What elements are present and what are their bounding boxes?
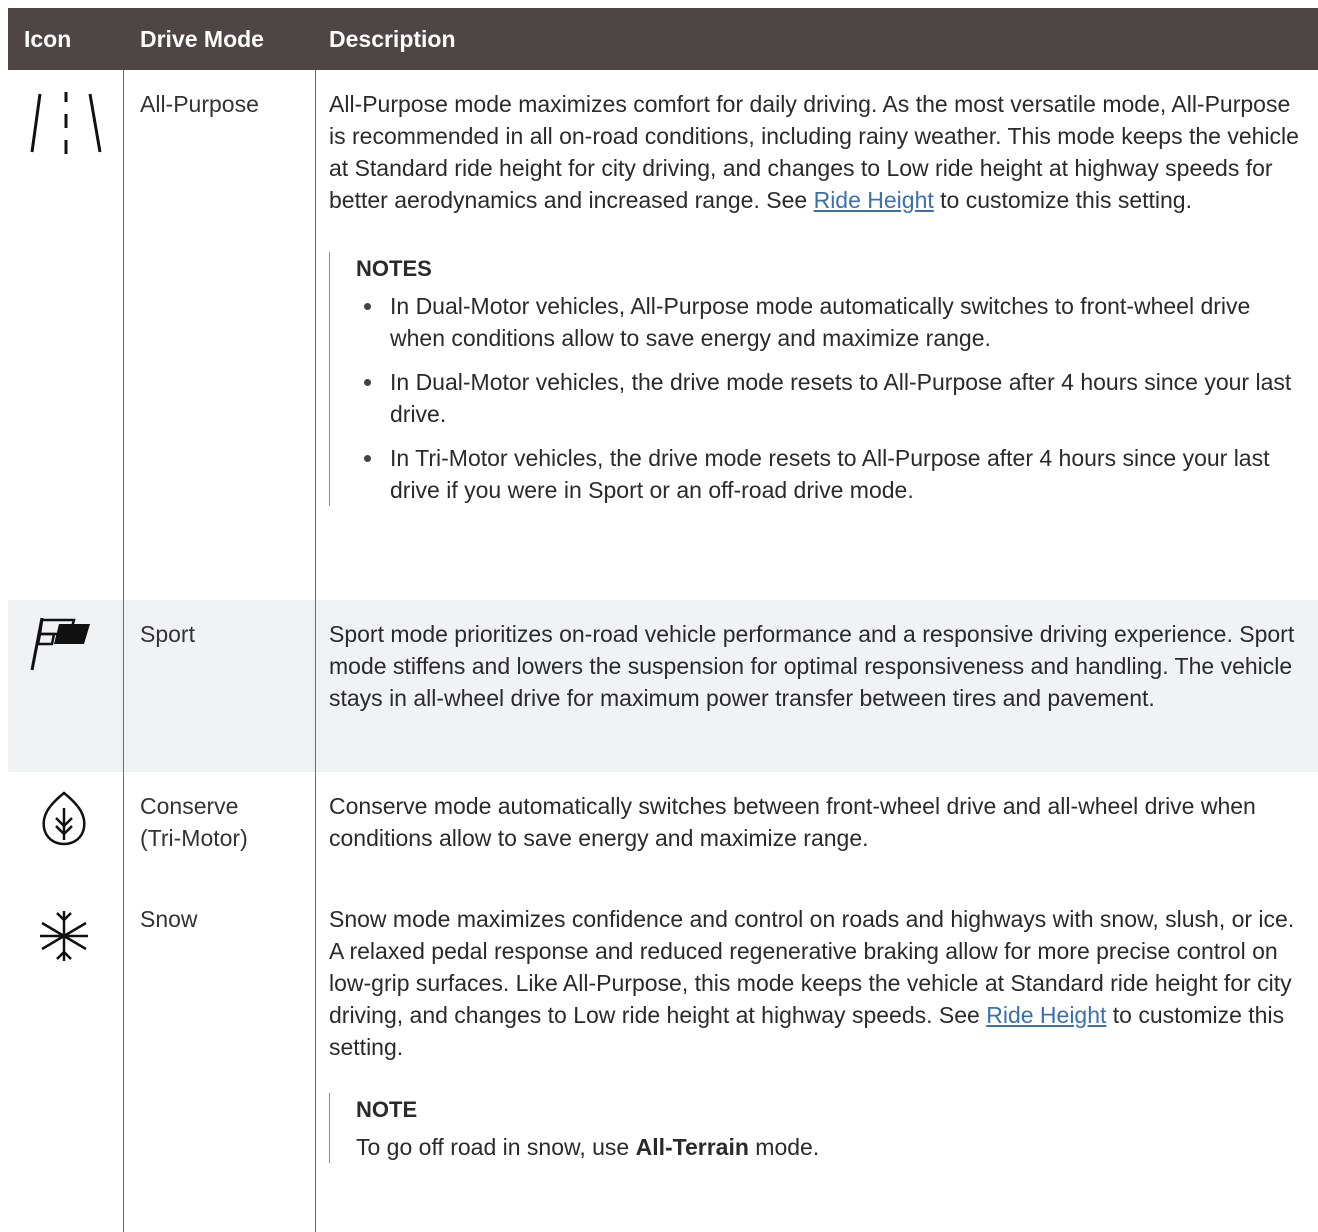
header-icon: Icon [24, 25, 72, 52]
note-text: To go off road in snow, use All-Terrain … [356, 1131, 1308, 1163]
description: All-Purpose mode maximizes comfort for d… [316, 70, 1318, 600]
list-item: In Tri-Motor vehicles, the drive mode re… [356, 442, 1308, 506]
description: Conserve mode automatically switches bet… [316, 772, 1318, 885]
page: Icon Drive Mode Description All-Purpose … [0, 0, 1318, 1232]
table-row-conserve: Conserve (Tri-Motor) Conserve mode autom… [8, 772, 1318, 885]
description: Sport mode prioritizes on-road vehicle p… [316, 600, 1318, 772]
snowflake-icon [40, 911, 88, 961]
description: Snow mode maximizes confidence and contr… [316, 885, 1318, 1232]
leaf-icon [42, 791, 86, 846]
note-title: NOTE [356, 1097, 418, 1122]
notes-title: NOTES [356, 256, 432, 281]
mode-label-line1: Conserve [140, 793, 239, 819]
drive-modes-table: Icon Drive Mode Description All-Purpose … [8, 8, 1318, 1232]
icon-cell [8, 600, 124, 772]
table-header: Icon Drive Mode Description [8, 8, 1318, 70]
ride-height-link[interactable]: Ride Height [814, 187, 934, 213]
mode-label: Conserve (Tri-Motor) [124, 772, 316, 885]
note-part: mode. [748, 1134, 820, 1160]
mode-label-line2: (Tri-Motor) [140, 825, 248, 851]
description-text: Conserve mode automatically switches bet… [329, 793, 1256, 851]
icon-cell [8, 772, 124, 885]
description-part: to customize this setting. [933, 187, 1192, 213]
all-terrain-mode-name: All-Terrain [635, 1134, 749, 1160]
note-part: To go off road in snow, use [356, 1134, 636, 1160]
table-row-all-purpose: All-Purpose All-Purpose mode maximizes c… [8, 70, 1318, 600]
list-item: In Dual-Motor vehicles, the drive mode r… [356, 366, 1308, 430]
mode-label: Snow [124, 885, 316, 1232]
icon-cell [8, 70, 124, 600]
header-description: Description [329, 25, 456, 52]
note-box: NOTE To go off road in snow, use All-Ter… [329, 1093, 1308, 1163]
description-text: Sport mode prioritizes on-road vehicle p… [329, 621, 1295, 711]
mode-label: Sport [124, 600, 316, 772]
notes-list: In Dual-Motor vehicles, All-Purpose mode… [356, 290, 1308, 506]
checkered-flag-icon [30, 617, 90, 671]
mode-label: All-Purpose [124, 70, 316, 600]
table-row-snow: Snow Snow mode maximizes confidence and … [8, 885, 1318, 1232]
ride-height-link[interactable]: Ride Height [986, 1002, 1106, 1028]
notes-box: NOTES In Dual-Motor vehicles, All-Purpos… [329, 252, 1308, 506]
header-drive-mode: Drive Mode [140, 25, 264, 52]
table-row-sport: Sport Sport mode prioritizes on-road veh… [8, 600, 1318, 772]
description-text: Snow mode maximizes confidence and contr… [329, 903, 1308, 1063]
list-item: In Dual-Motor vehicles, All-Purpose mode… [356, 290, 1308, 354]
icon-cell [8, 885, 124, 1232]
road-lanes-icon [30, 92, 102, 154]
description-text: All-Purpose mode maximizes comfort for d… [329, 88, 1308, 216]
